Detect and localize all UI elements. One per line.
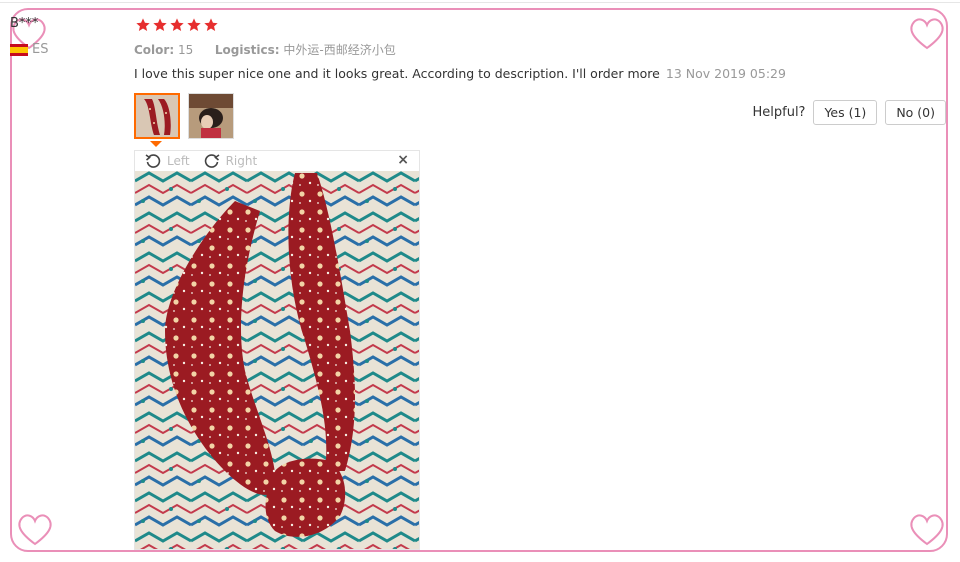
thumbnail-scarf[interactable] xyxy=(134,93,180,139)
star-icon xyxy=(170,18,184,31)
rotate-right-button[interactable]: Right xyxy=(204,153,258,169)
helpful-no-button[interactable]: No (0) xyxy=(885,100,946,125)
rotate-left-label: Left xyxy=(167,154,190,168)
color-label: Color: xyxy=(134,43,175,57)
close-viewer-button[interactable]: × xyxy=(397,152,409,168)
logistics-label: Logistics: xyxy=(214,43,280,57)
helpful-voting: Helpful? Yes (1) No (0) xyxy=(752,100,946,125)
image-viewer-toolbar: Left Right × xyxy=(135,151,419,171)
star-rating xyxy=(135,17,219,33)
order-meta: Color: 15 Logistics: 中外运-西邮经济小包 xyxy=(134,41,396,58)
country-code: ES xyxy=(32,42,49,57)
review-content: I love this super nice one and it looks … xyxy=(134,66,786,81)
review-text: I love this super nice one and it looks … xyxy=(134,66,660,81)
star-icon xyxy=(153,18,167,31)
rotate-left-icon xyxy=(145,154,161,168)
helpful-label: Helpful? xyxy=(752,105,806,120)
heart-decoration-icon xyxy=(910,514,944,546)
star-icon xyxy=(136,18,150,31)
rotate-right-icon xyxy=(204,154,220,168)
rotate-left-button[interactable]: Left xyxy=(145,153,190,169)
star-icon xyxy=(204,18,218,31)
heart-decoration-icon xyxy=(18,514,52,546)
spain-flag-icon xyxy=(10,43,28,56)
reviewer-country: ES xyxy=(10,42,48,57)
top-divider xyxy=(0,2,960,3)
color-value: 15 xyxy=(177,43,194,57)
wearing-thumbnail-image xyxy=(189,94,233,138)
image-viewer: Left Right × xyxy=(134,150,420,550)
logistics-value: 中外运-西邮经济小包 xyxy=(283,43,396,57)
review-photo xyxy=(135,171,419,549)
review-thumbnails xyxy=(134,93,234,139)
star-icon xyxy=(187,18,201,31)
thumbnail-wearing[interactable] xyxy=(188,93,234,139)
rotate-right-label: Right xyxy=(225,154,258,168)
review-date: 13 Nov 2019 05:29 xyxy=(665,66,786,81)
reviewer-name: B*** xyxy=(10,16,39,31)
active-thumbnail-caret xyxy=(150,141,162,147)
helpful-yes-button[interactable]: Yes (1) xyxy=(813,100,878,125)
heart-decoration-icon xyxy=(910,18,944,50)
scarf-thumbnail-image xyxy=(136,95,178,137)
